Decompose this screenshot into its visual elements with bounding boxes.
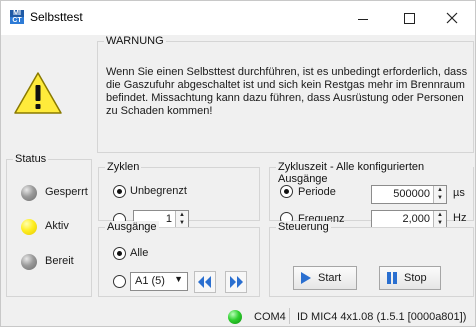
close-icon bbox=[446, 12, 458, 24]
spin-up-icon[interactable]: ▲ bbox=[434, 186, 446, 194]
ausgaenge-select[interactable]: A1 (5) ▼ bbox=[130, 272, 188, 291]
chevron-down-icon: ▼ bbox=[174, 274, 183, 284]
frequenz-spin-arrows[interactable]: ▲ ▼ bbox=[433, 211, 446, 228]
warning-group: WARNUNG Wenn Sie einen Selbsttest durchf… bbox=[97, 35, 474, 153]
ausgaenge-title: Ausgänge bbox=[105, 221, 159, 233]
periode-spin-arrows[interactable]: ▲ ▼ bbox=[433, 186, 446, 203]
warning-icon bbox=[14, 72, 62, 114]
status-led-gesperrt bbox=[21, 185, 37, 201]
periode-unit: µs bbox=[453, 187, 465, 199]
start-button[interactable]: Start bbox=[293, 266, 357, 290]
close-button[interactable] bbox=[429, 1, 475, 35]
steuerung-title: Steuerung bbox=[276, 221, 331, 233]
status-label-bereit: Bereit bbox=[45, 255, 74, 267]
zyklen-unlimited-label: Unbegrenzt bbox=[130, 185, 187, 197]
ausgaenge-all-radio[interactable] bbox=[113, 247, 126, 260]
connection-status-led bbox=[228, 310, 242, 324]
window-title: Selbsttest bbox=[30, 10, 83, 24]
zyklen-unlimited-radio[interactable] bbox=[113, 185, 126, 198]
zyklen-spin-arrows[interactable]: ▲ ▼ bbox=[175, 211, 188, 228]
app-icon: MI CT bbox=[10, 10, 24, 24]
minimize-icon bbox=[358, 18, 368, 20]
title-bar[interactable]: MI CT Selbsttest bbox=[1, 1, 475, 35]
spin-down-icon[interactable]: ▼ bbox=[176, 219, 188, 227]
status-led-bereit bbox=[21, 254, 37, 270]
status-label-gesperrt: Gesperrt bbox=[45, 186, 88, 198]
selbsttest-window: MI CT Selbsttest WARNUNG Wenn Sie einen … bbox=[0, 0, 476, 327]
double-left-arrow-icon bbox=[198, 276, 211, 288]
stop-label: Stop bbox=[404, 272, 427, 284]
frequenz-value: 2,000 bbox=[402, 213, 430, 225]
zyklen-count-value: 1 bbox=[165, 213, 172, 225]
periode-value: 500000 bbox=[393, 188, 430, 200]
status-group: Status Gesperrt Aktiv Bereit bbox=[6, 153, 92, 297]
frequenz-unit: Hz bbox=[453, 212, 467, 224]
status-title: Status bbox=[13, 153, 49, 165]
ausgaenge-single-radio[interactable] bbox=[113, 275, 126, 288]
device-id-label: ID MIC4 4x1.08 (1.5.1 [0000a801]) bbox=[297, 311, 467, 323]
zyklen-title: Zyklen bbox=[105, 161, 142, 173]
spin-up-icon[interactable]: ▲ bbox=[176, 211, 188, 219]
app-icon-top: MI bbox=[10, 10, 24, 17]
maximize-icon bbox=[403, 12, 415, 24]
warning-text: Wenn Sie einen Selbsttest durchführen, i… bbox=[106, 66, 468, 117]
ausgaenge-all-label: Alle bbox=[130, 247, 149, 259]
warning-title: WARNUNG bbox=[104, 35, 166, 47]
spin-down-icon[interactable]: ▼ bbox=[434, 194, 446, 202]
periode-spinner[interactable]: 500000 ▲ ▼ bbox=[371, 185, 447, 204]
stop-button[interactable]: Stop bbox=[379, 266, 441, 290]
periode-label: Periode bbox=[298, 186, 336, 198]
start-label: Start bbox=[318, 272, 342, 284]
previous-output-button[interactable] bbox=[194, 271, 216, 293]
play-icon bbox=[301, 272, 311, 284]
status-separator bbox=[289, 308, 290, 324]
periode-radio[interactable] bbox=[280, 185, 293, 198]
double-right-arrow-icon bbox=[230, 276, 243, 288]
zykluszeit-title: Zykluszeit - Alle konfigurierten Ausgäng… bbox=[276, 161, 473, 185]
spin-down-icon[interactable]: ▼ bbox=[434, 219, 446, 227]
spin-up-icon[interactable]: ▲ bbox=[434, 211, 446, 219]
app-icon-bottom: CT bbox=[10, 17, 24, 24]
next-output-button[interactable] bbox=[225, 271, 247, 293]
status-led-aktiv bbox=[21, 219, 37, 235]
status-label-aktiv: Aktiv bbox=[45, 220, 69, 232]
minimize-button[interactable] bbox=[340, 1, 386, 35]
pause-icon bbox=[387, 272, 397, 284]
ausgaenge-select-value: A1 (5) bbox=[135, 275, 165, 287]
com-port-label: COM4 bbox=[254, 311, 286, 323]
maximize-button[interactable] bbox=[386, 1, 432, 35]
